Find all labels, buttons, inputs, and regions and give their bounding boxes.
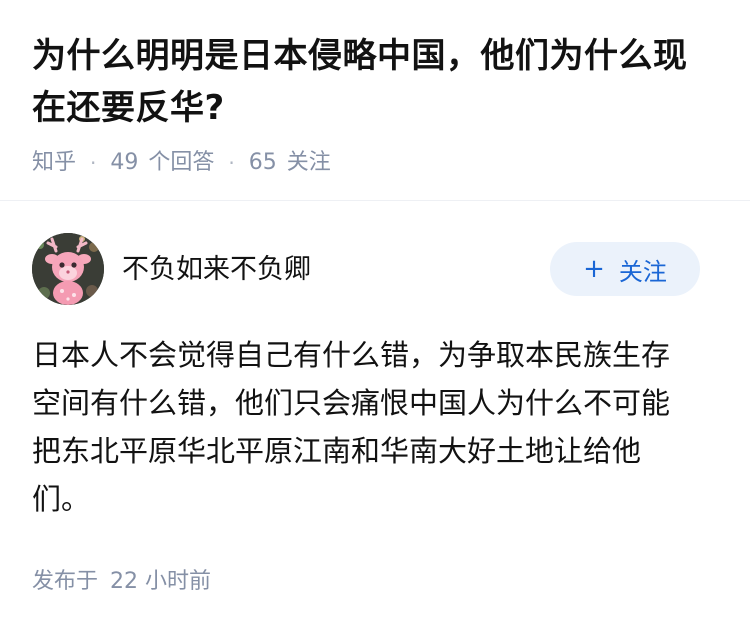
publish-time: 22 小时前 <box>110 569 212 594</box>
meta-separator: · <box>90 151 97 175</box>
answer-card: 不负如来不负卿 + 关注 日本人不会觉得自己有什么错，为争取本民族生存空间有什么… <box>0 201 750 595</box>
question-header: 为什么明明是日本侵略中国，他们为什么现在还要反华? 知乎 · 49 个回答 · … <box>0 0 750 200</box>
answer-count-label: 个回答 <box>148 150 215 175</box>
zhihu-page: 为什么明明是日本侵略中国，他们为什么现在还要反华? 知乎 · 49 个回答 · … <box>0 0 750 628</box>
source-label[interactable]: 知乎 <box>32 148 76 178</box>
publish-meta: 发布于 22 小时前 <box>32 563 720 595</box>
follow-button[interactable]: + 关注 <box>550 242 700 296</box>
plus-icon: + <box>583 254 605 284</box>
answer-count: 49 <box>110 150 139 175</box>
answer-content[interactable]: 日本人不会觉得自己有什么错，为争取本民族生存空间有什么错，他们只会痛恨中国人为什… <box>32 331 720 523</box>
pink-deer-avatar-icon[interactable] <box>32 233 104 305</box>
follow-count-label: 关注 <box>286 150 331 175</box>
follow-count: 65 <box>248 150 277 175</box>
author-name[interactable]: 不负如来不负卿 <box>122 247 311 286</box>
publish-label: 发布于 <box>32 569 99 594</box>
question-title[interactable]: 为什么明明是日本侵略中国，他们为什么现在还要反华? <box>32 30 720 134</box>
meta-separator: · <box>228 151 235 175</box>
follow-button-label: 关注 <box>618 257 667 286</box>
question-meta: 知乎 · 49 个回答 · 65 关注 <box>32 148 720 178</box>
author-row: 不负如来不负卿 + 关注 <box>32 201 720 337</box>
